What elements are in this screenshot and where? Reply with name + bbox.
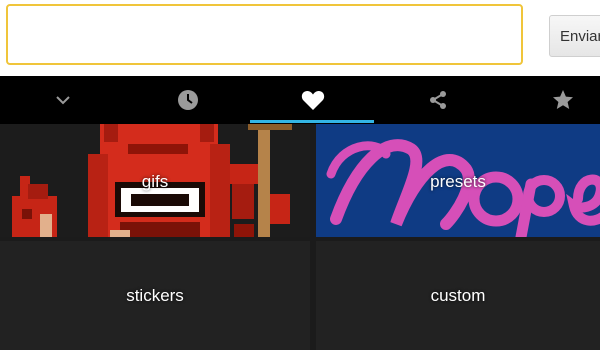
tile-presets[interactable]: presets — [316, 124, 600, 237]
tile-label: custom — [430, 286, 486, 305]
tile-label: stickers — [126, 286, 184, 305]
tile-stickers[interactable]: stickers — [0, 241, 310, 350]
chevron-down-icon — [55, 96, 70, 105]
tab-collapse[interactable] — [0, 76, 125, 124]
heart-icon — [301, 90, 324, 110]
compose-bar: Enviar — [0, 0, 600, 76]
tile-label: gifs — [141, 172, 169, 191]
selected-tab-indicator — [250, 120, 374, 123]
send-button[interactable]: Enviar — [549, 15, 600, 57]
tab-favorites[interactable] — [250, 76, 375, 124]
tile-gifs[interactable]: gifs — [0, 124, 310, 237]
share-icon — [429, 91, 446, 109]
clock-icon — [177, 90, 198, 110]
tab-starred[interactable] — [500, 76, 600, 124]
tab-recent[interactable] — [125, 76, 250, 124]
tab-share[interactable] — [375, 76, 500, 124]
sticker-category-grid: gifs presets stickers custom — [0, 124, 600, 350]
category-tab-bar — [0, 76, 600, 124]
message-input[interactable] — [6, 4, 523, 65]
tile-custom[interactable]: custom — [316, 241, 600, 350]
star-icon — [552, 90, 573, 109]
tile-label: presets — [430, 172, 486, 191]
